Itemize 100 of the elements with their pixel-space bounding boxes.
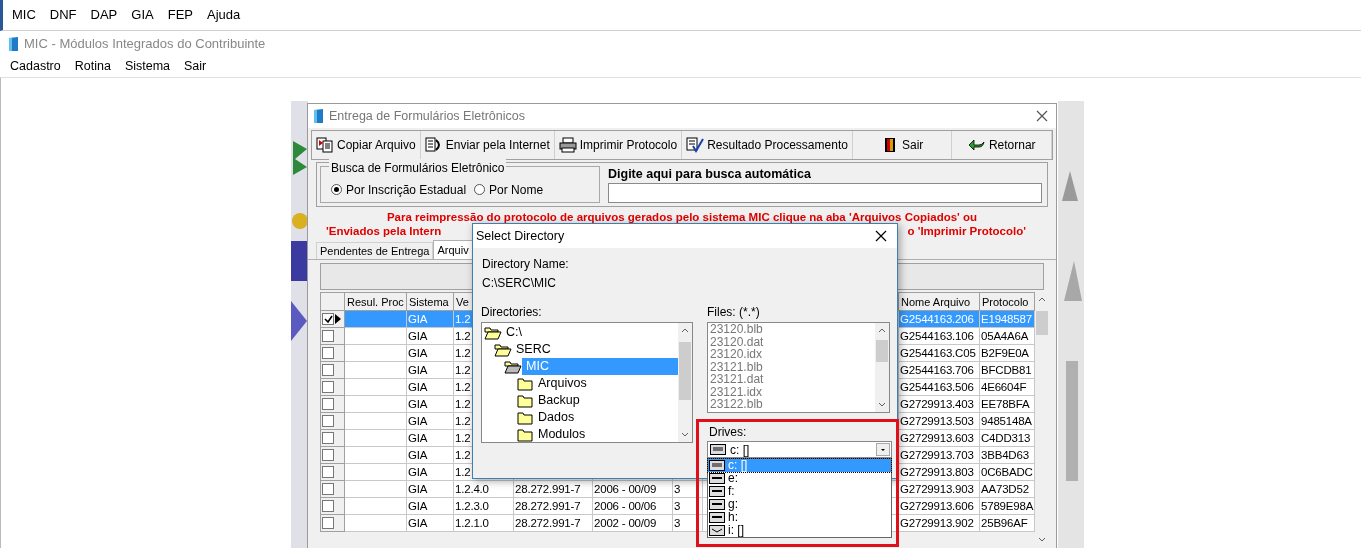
radio-button[interactable]: [331, 184, 342, 195]
folder-item[interactable]: Backup: [534, 392, 678, 409]
table-cell: 1.2.4.0: [455, 482, 489, 495]
dropdown-value: c: []: [730, 441, 751, 459]
table-cell: 3: [674, 482, 681, 495]
table-cell: G2729913.603: [900, 431, 974, 444]
table-cell: BFCDB81: [981, 363, 1032, 376]
menu-item[interactable]: Sistema: [124, 56, 171, 76]
menu-item[interactable]: FEP: [167, 5, 193, 25]
table-cell: G2729913.503: [900, 414, 974, 427]
radio-button[interactable]: [474, 184, 486, 195]
table-cell: 1.2.1.0: [455, 516, 489, 529]
field-label: Directories:: [481, 305, 543, 319]
column-header[interactable]: Ve: [456, 295, 469, 308]
table-cell: 1.2: [455, 465, 471, 478]
table-cell: G2544163.506: [900, 380, 974, 393]
menu-item[interactable]: Sair: [184, 56, 207, 76]
directory-list[interactable]: C:\ SERC MIC Arquivos Backup Dados Modulos: [481, 322, 693, 443]
menu-item[interactable]: Ajuda: [207, 5, 241, 25]
drive-icon: [709, 499, 725, 510]
folder-item[interactable]: Arquivos: [534, 375, 678, 392]
table-cell: 3: [674, 516, 681, 529]
checkbox[interactable]: [322, 517, 334, 529]
menu-item[interactable]: Rotina: [74, 56, 111, 76]
close-icon[interactable]: [1036, 110, 1048, 122]
table-cell: G2729913.606: [900, 499, 974, 512]
menu-item[interactable]: DNF: [49, 5, 77, 25]
search-field[interactable]: [608, 183, 1042, 203]
table-cell: G2729913.703: [900, 448, 974, 461]
checkbox[interactable]: [322, 500, 334, 512]
notice-text: 'Enviados pela Intern: [326, 224, 442, 238]
table-cell: GIA: [408, 380, 428, 393]
dialog-title: Select Directory: [476, 227, 566, 245]
table-cell: 2006 - 00/06: [594, 499, 657, 512]
checkbox[interactable]: [322, 398, 334, 410]
app-icon: [314, 109, 323, 123]
checkbox[interactable]: [322, 364, 334, 376]
table-cell: GIA: [408, 329, 428, 342]
field-label: Files: (*.*): [707, 305, 761, 319]
checkbox[interactable]: [322, 483, 334, 495]
directory-path: C:\SERC\MIC: [482, 276, 557, 291]
field-label: Digite aqui para busca automática: [608, 167, 812, 181]
drive-dropdown[interactable]: c: []: [707, 441, 892, 458]
table-cell: 1.2: [455, 431, 471, 444]
table-cell: 28.272.991-7: [515, 482, 581, 495]
folder-item[interactable]: C:\: [502, 324, 678, 341]
app-icon: [9, 36, 18, 51]
checkbox[interactable]: [322, 381, 334, 393]
file-item[interactable]: 23120.dat: [710, 335, 875, 348]
checkbox[interactable]: [322, 330, 334, 342]
radio-label: Por Inscrição Estadual: [346, 181, 467, 199]
table-cell: 05A4A6A: [981, 329, 1029, 342]
drive-icon: [709, 486, 725, 497]
table-cell: 1.2: [455, 329, 471, 342]
table-cell: 4E6604F: [981, 380, 1027, 393]
scrollbar[interactable]: [678, 323, 692, 442]
table-cell: GIA: [408, 363, 428, 376]
table-cell: G2544163.C05: [900, 346, 976, 359]
menu-item[interactable]: Cadastro: [10, 56, 61, 76]
table-cell: 3BB4D63: [981, 448, 1029, 461]
tab[interactable]: Pendentes de Entrega: [316, 242, 434, 259]
menu-item[interactable]: MIC: [12, 5, 36, 25]
file-item[interactable]: 23120.blb: [710, 323, 875, 336]
checkbox[interactable]: [322, 415, 334, 427]
hard-drive-icon: [710, 444, 726, 455]
table-cell: 1.2: [455, 397, 471, 410]
checkbox[interactable]: [322, 466, 334, 478]
document-arrow-icon: [424, 137, 443, 153]
table-cell: 1.2: [455, 380, 471, 393]
table-cell: 1.2: [455, 448, 471, 461]
table-cell: GIA: [408, 414, 428, 427]
table-cell: GIA: [408, 312, 428, 325]
checkbox[interactable]: [322, 432, 334, 444]
drive-icon: [709, 473, 725, 484]
table-cell: 1.2: [455, 312, 471, 325]
table-cell: B2F9E0A: [981, 346, 1029, 359]
close-icon[interactable]: [875, 230, 887, 242]
table-cell: 1.2: [455, 363, 471, 376]
file-item[interactable]: 23121.dat: [710, 373, 875, 386]
tab[interactable]: Arquiv: [433, 240, 473, 259]
table-cell: GIA: [408, 346, 428, 359]
return-arrow-icon: [967, 137, 986, 153]
table-cell: 28.272.991-7: [515, 499, 581, 512]
checkbox[interactable]: [322, 347, 334, 359]
folder-item[interactable]: Dados: [534, 409, 678, 426]
radio-label: Por Nome: [489, 181, 544, 199]
table-cell: 1.2: [455, 414, 471, 427]
folder-item[interactable]: Modulos: [534, 426, 678, 442]
checkbox[interactable]: [322, 449, 334, 461]
table-cell: E1948587: [981, 312, 1032, 325]
menu-item[interactable]: DAP: [90, 5, 118, 25]
table-cell: 2002 - 00/09: [594, 516, 657, 529]
table-cell: 1.2.3.0: [455, 499, 489, 512]
scrollbar[interactable]: [875, 323, 889, 412]
table-cell: C4DD313: [981, 431, 1031, 444]
table-cell: GIA: [408, 482, 428, 495]
checkbox[interactable]: [322, 313, 334, 325]
menu-item[interactable]: GIA: [131, 5, 154, 25]
file-list[interactable]: 23120.blb 23120.dat 23120.idx 23121.blb 23121.dat 23121.idx 23122.blb: [707, 322, 890, 413]
folder-item[interactable]: SERC: [512, 341, 678, 358]
